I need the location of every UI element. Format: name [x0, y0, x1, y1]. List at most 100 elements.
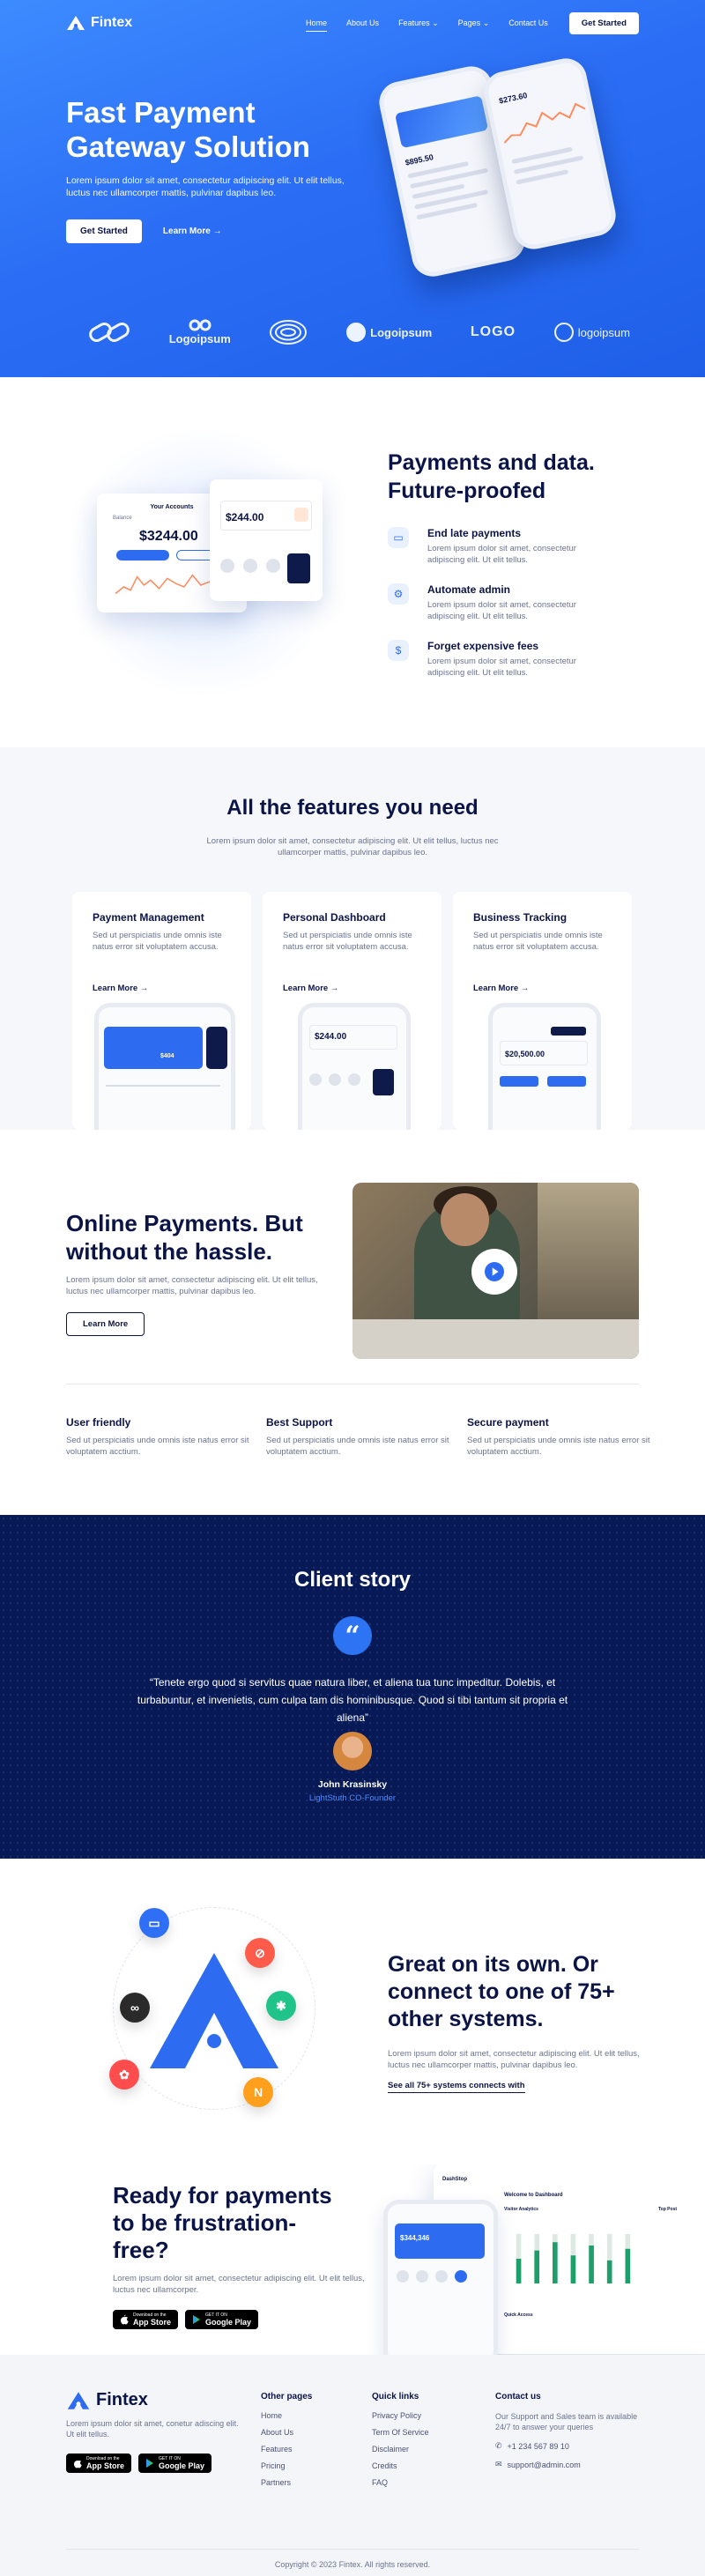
arrow-right-icon: →: [330, 984, 339, 993]
quick-access-label: Quick Access: [504, 2312, 533, 2318]
online-subtitle: Lorem ipsum dolor sit amet, consectetur …: [66, 1275, 318, 1296]
footer-link-home[interactable]: Home: [261, 2411, 312, 2420]
footer-link-privacy[interactable]: Privacy Policy: [372, 2411, 429, 2420]
nav-home[interactable]: Home: [306, 19, 328, 32]
asterisk-icon: ✱: [276, 1998, 286, 2013]
top-post-label: Top Post: [658, 2207, 678, 2212]
footer-link-pricing[interactable]: Pricing: [261, 2461, 312, 2470]
feature-item: $ Forget expensive fees Lorem ipsum dolo…: [388, 640, 599, 679]
partner-logo-text: LOGO: [470, 324, 516, 339]
see-all-systems-link[interactable]: See all 75+ systems connects with: [388, 2081, 525, 2093]
footer-contact-title: Contact us: [495, 2392, 541, 2402]
learn-more-link[interactable]: Learn More →: [283, 984, 338, 993]
brand-mark-icon: [67, 16, 85, 30]
dashboard-balance: $3244.00: [139, 529, 198, 544]
footer-link-disclaimer[interactable]: Disclaimer: [372, 2445, 429, 2454]
footer-link-features[interactable]: Features: [261, 2445, 312, 2454]
client-name: John Krasinsky: [317, 1779, 388, 1790]
footer-link-credits[interactable]: Credits: [372, 2461, 429, 2470]
quote-icon: “: [333, 1616, 372, 1655]
hero-section: Fintex Home About Us Features ⌄ Pages ⌄ …: [0, 0, 705, 377]
integrations-subtitle: Lorem ipsum dolor sit amet, consectetur …: [388, 2049, 640, 2070]
feature-item: ▭ End late payments Lorem ipsum dolor si…: [388, 527, 599, 566]
perk-title: Best Support: [266, 1416, 333, 1429]
card-amount: $20,500.00: [505, 1050, 545, 1058]
hero-get-started-button[interactable]: Get Started: [66, 219, 142, 243]
perk-title: User friendly: [66, 1416, 131, 1429]
partner-logo-text: Logoipsum: [370, 325, 433, 339]
google-play-button[interactable]: GET IT ON Google Play: [185, 2310, 259, 2329]
nav-about[interactable]: About Us: [346, 19, 379, 27]
footer-logo[interactable]: Fintex: [66, 2390, 148, 2410]
integrations-title: Great on its own. Or connect to one of 7…: [388, 1952, 615, 2031]
receipt-icon: $: [388, 640, 409, 661]
perk-text: Sed ut perspiciatis unde omnis iste natu…: [266, 1436, 449, 1457]
payments-title: Payments and data. Future-proofed: [388, 450, 595, 503]
phone-mockup: $20,500.00: [488, 1003, 601, 1130]
phone-balance: $273.60: [498, 91, 529, 106]
client-role: LightStuth CO-Founder: [308, 1793, 397, 1803]
nav-pages-label: Pages: [457, 18, 481, 27]
nav-features[interactable]: Features ⌄: [398, 19, 439, 28]
phone-icon: ✆: [495, 2441, 502, 2450]
footer-link-about[interactable]: About Us: [261, 2428, 312, 2437]
side-balance: $244.00: [226, 511, 264, 523]
footer-email-text: support@admin.com: [507, 2460, 581, 2469]
dashboard-brand: DashStop: [442, 2177, 468, 2182]
infinity-logo-icon: [189, 319, 212, 331]
footer-link-terms[interactable]: Term Of Service: [372, 2428, 429, 2437]
brand-mark-icon: [67, 2391, 90, 2409]
get-started-button[interactable]: Get Started: [568, 11, 639, 34]
nav-pages[interactable]: Pages ⌄: [458, 19, 490, 28]
learn-more-label: Learn More: [93, 984, 138, 993]
footer-link-partners[interactable]: Partners: [261, 2478, 312, 2487]
partner-logo: Logoipsum: [169, 319, 231, 345]
visitor-bar-chart: [516, 2233, 631, 2284]
partner-logo: [88, 323, 130, 342]
footer-email[interactable]: ✉ support@admin.com: [495, 2460, 645, 2469]
arrow-right-icon: →: [212, 226, 222, 236]
online-payments-section: Online Payments. But without the hassle.…: [0, 1130, 705, 1515]
footer-column-title: Quick links: [372, 2392, 419, 2402]
nav-contact[interactable]: Contact Us: [508, 19, 548, 27]
footer-link-faq[interactable]: FAQ: [372, 2478, 429, 2487]
app-store-button[interactable]: Download on the App Store: [113, 2310, 179, 2329]
flower-icon: ✿: [119, 2067, 130, 2082]
rings-logo-icon: [270, 320, 308, 345]
copyright: Copyright © 2023 Fintex. All rights rese…: [66, 2549, 639, 2569]
app-store-button[interactable]: Download on the App Store: [66, 2454, 132, 2473]
perk-item: User friendly Sed ut perspiciatis unde o…: [66, 1416, 251, 1458]
learn-more-link[interactable]: Learn More →: [93, 984, 148, 993]
feature-card-text: Sed ut perspiciatis unde omnis iste natu…: [93, 931, 222, 952]
learn-more-button[interactable]: Learn More: [66, 1312, 145, 1336]
n-logo-icon: N: [253, 2085, 263, 2099]
footer-column-quick-links: Quick links Privacy Policy Term Of Servi…: [372, 2392, 429, 2495]
compass-icon: ⊘: [255, 1945, 265, 1960]
integration-bubble: ✿: [109, 2060, 139, 2090]
feature-text: Lorem ipsum dolor sit amet, consectetur …: [427, 544, 576, 565]
learn-more-link[interactable]: Learn More →: [473, 984, 529, 993]
footer-app-badges: Download on the App Store GET IT ON Google…: [66, 2454, 212, 2473]
chevron-down-icon: ⌄: [482, 18, 490, 27]
hero-learn-more-link[interactable]: Learn More →: [163, 226, 222, 236]
footer-contact-text: Our Support and Sales team is available …: [495, 2412, 638, 2431]
card-icon: ▭: [148, 1915, 160, 1930]
feature-item: ⚙ Automate admin Lorem ipsum dolor sit a…: [388, 583, 599, 622]
feature-card-text: Sed ut perspiciatis unde omnis iste natu…: [283, 931, 412, 952]
phone-balance: $895.50: [404, 152, 434, 167]
google-play-button[interactable]: GET IT ON Google Play: [138, 2454, 212, 2473]
integration-bubble: ▭: [139, 1908, 169, 1938]
brand-logo[interactable]: Fintex: [66, 15, 132, 31]
video-thumbnail[interactable]: [352, 1183, 639, 1359]
footer-phone-text: +1 234 567 89 10: [507, 2441, 569, 2451]
app-store-big: App Store: [133, 2318, 172, 2327]
apple-icon: [121, 2314, 129, 2325]
perk-text: Sed ut perspiciatis unde omnis iste natu…: [66, 1436, 249, 1457]
online-title: Online Payments. But without the hassle.: [66, 1210, 303, 1265]
play-button[interactable]: [471, 1249, 517, 1295]
integration-bubble: N: [243, 2077, 273, 2107]
top-nav: Fintex Home About Us Features ⌄ Pages ⌄ …: [66, 11, 639, 34]
feature-card-title: Personal Dashboard: [283, 911, 386, 924]
feature-card: Business Tracking Sed ut perspiciatis un…: [453, 892, 632, 1130]
footer-phone[interactable]: ✆ +1 234 567 89 10: [495, 2441, 645, 2451]
